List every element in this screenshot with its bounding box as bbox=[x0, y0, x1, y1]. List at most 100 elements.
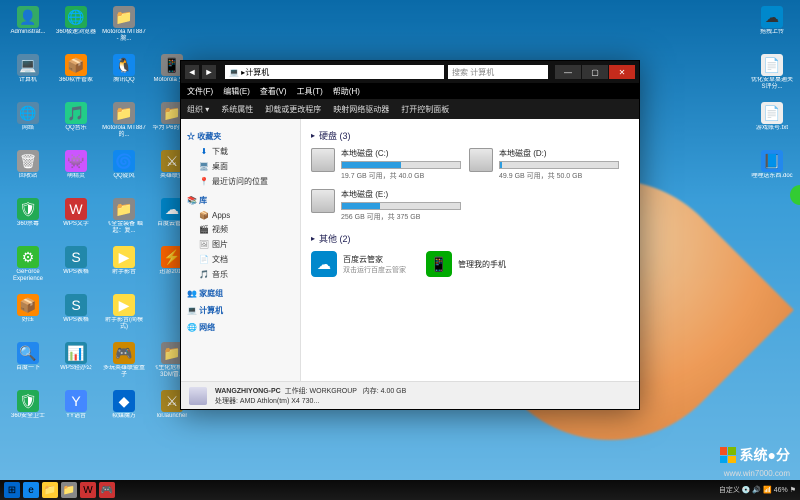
nav-icon: 🖥 bbox=[199, 162, 209, 172]
taskbar-item[interactable]: e bbox=[23, 482, 39, 498]
menu-item[interactable]: 查看(V) bbox=[260, 86, 287, 97]
minimize-button[interactable]: — bbox=[555, 65, 581, 79]
nav-item[interactable]: 🎬视频 bbox=[185, 222, 296, 237]
desktop-icon[interactable]: 🛡360安全卫士 bbox=[6, 390, 50, 434]
app-icon: ▶ bbox=[113, 246, 135, 268]
maximize-button[interactable]: ▢ bbox=[582, 65, 608, 79]
other-item[interactable]: 📱管理我的手机 bbox=[426, 251, 506, 277]
toolbar-button[interactable]: 打开控制面板 bbox=[401, 104, 449, 115]
nav-item[interactable]: ⬇下载 bbox=[185, 144, 296, 159]
desktop-icon[interactable]: 🎮多玩英雄联盟盒子 bbox=[102, 342, 146, 386]
titlebar[interactable]: ◄ ► 💻 ▸ 计算机 搜索 计算机 — ▢ ✕ bbox=[181, 61, 639, 83]
drive-item[interactable]: 本地磁盘 (D:)49.9 GB 可用，共 50.0 GB bbox=[469, 148, 619, 181]
desktop-icon[interactable]: 🌐网络 bbox=[6, 102, 50, 146]
menu-item[interactable]: 工具(T) bbox=[297, 86, 323, 97]
close-button[interactable]: ✕ bbox=[609, 65, 635, 79]
icon-label: 网络 bbox=[22, 125, 34, 132]
desktop-icon[interactable]: 👤Administrat... bbox=[6, 6, 50, 50]
desktop-icon[interactable]: 🗑回收站 bbox=[6, 150, 50, 194]
nav-group-header[interactable]: 📚 库 bbox=[187, 195, 296, 206]
taskbar-item[interactable]: W bbox=[80, 482, 96, 498]
section-header[interactable]: 其他 (2) bbox=[311, 232, 629, 245]
address-bar[interactable]: 💻 ▸ 计算机 bbox=[225, 65, 444, 79]
desktop-icon[interactable]: 📦360软件管家 bbox=[54, 54, 98, 98]
app-icon: ▶ bbox=[113, 294, 135, 316]
drive-icon bbox=[311, 189, 335, 213]
taskbar: ⊞e📁📁W🎮 自定义 💿 🔊 📶 46% ⚑ bbox=[0, 480, 800, 500]
menu-item[interactable]: 文件(F) bbox=[187, 86, 213, 97]
toolbar-button[interactable]: 组织 ▾ bbox=[187, 104, 209, 115]
nav-icon: 📍 bbox=[199, 177, 209, 187]
desktop-icon[interactable]: ▶射手影音(简模式) bbox=[102, 294, 146, 338]
desktop-icon[interactable]: 🎵QQ音乐 bbox=[54, 102, 98, 146]
icon-label: WPS文字 bbox=[63, 221, 89, 228]
icon-label: 百度一下 bbox=[16, 365, 40, 372]
nav-group-header[interactable]: 👥 家庭组 bbox=[187, 288, 296, 299]
desktop-icon[interactable]: 📄游戏账号.txt bbox=[750, 102, 794, 146]
drive-item[interactable]: 本地磁盘 (E:)256 GB 可用，共 375 GB bbox=[311, 189, 461, 222]
nav-label: Apps bbox=[212, 211, 230, 220]
app-icon: 🗑 bbox=[17, 150, 39, 172]
nav-label: 音乐 bbox=[212, 269, 228, 280]
desktop-icon[interactable]: 📘哩哩送东西.doc bbox=[750, 150, 794, 194]
nav-group-header[interactable]: 💻 计算机 bbox=[187, 305, 296, 316]
app-icon: 🌀 bbox=[113, 150, 135, 172]
desktop-icon[interactable]: 🛡360杀毒 bbox=[6, 198, 50, 242]
taskbar-item[interactable]: 🎮 bbox=[99, 482, 115, 498]
section-header[interactable]: 硬盘 (3) bbox=[311, 129, 629, 142]
nav-group-header[interactable]: ☆ 收藏夹 bbox=[187, 131, 296, 142]
nav-item[interactable]: 📄文档 bbox=[185, 252, 296, 267]
desktop-icon[interactable]: WWPS文字 bbox=[54, 198, 98, 242]
desktop-icon[interactable]: SWPS表格 bbox=[54, 294, 98, 338]
file-icon: 📘 bbox=[761, 150, 783, 172]
desktop-icon[interactable]: 👾萌精灵 bbox=[54, 150, 98, 194]
desktop-icon[interactable]: 🔍百度一下 bbox=[6, 342, 50, 386]
desktop-icon[interactable]: 🌀QQ旋风 bbox=[102, 150, 146, 194]
nav-icon: 📄 bbox=[199, 255, 209, 265]
app-icon: W bbox=[65, 198, 87, 220]
app-icon: 🛡 bbox=[17, 390, 39, 412]
nav-item[interactable]: 🖥桌面 bbox=[185, 159, 296, 174]
other-item[interactable]: ☁百度云管家双击运行百度云管家 bbox=[311, 251, 406, 277]
menu-item[interactable]: 帮助(H) bbox=[333, 86, 360, 97]
nav-item[interactable]: 📍最近访问的位置 bbox=[185, 174, 296, 189]
desktop-icon[interactable]: 📊WPS轻办公 bbox=[54, 342, 98, 386]
app-icon: 🔍 bbox=[17, 342, 39, 364]
drive-item[interactable]: 本地磁盘 (C:)19.7 GB 可用，共 40.0 GB bbox=[311, 148, 461, 181]
desktop-icon[interactable]: 💻计算机 bbox=[6, 54, 50, 98]
desktop-icon[interactable]: 📁Motorola MT887 - 腕... bbox=[102, 6, 146, 50]
desktop-icon[interactable]: 🌐360极速浏览器 bbox=[54, 6, 98, 50]
toolbar-button[interactable]: 卸载或更改程序 bbox=[265, 104, 321, 115]
desktop-icon[interactable]: ◆软媒魔方 bbox=[102, 390, 146, 434]
desktop-icon[interactable]: YYY语音 bbox=[54, 390, 98, 434]
desktop-icon[interactable]: ▶射手影音 bbox=[102, 246, 146, 290]
nav-group-header[interactable]: 🌐 网络 bbox=[187, 322, 296, 333]
app-icon: 🌐 bbox=[17, 102, 39, 124]
toolbar-button[interactable]: 系统属性 bbox=[221, 104, 253, 115]
system-tray[interactable]: 自定义 💿 🔊 📶 46% ⚑ bbox=[719, 485, 796, 495]
desktop-icon[interactable]: ☁拖拽上传 bbox=[750, 6, 794, 50]
taskbar-item[interactable]: 📁 bbox=[42, 482, 58, 498]
nav-item[interactable]: 🖼图片 bbox=[185, 237, 296, 252]
app-icon: 📁 bbox=[113, 6, 135, 28]
toolbar-button[interactable]: 映射网络驱动器 bbox=[333, 104, 389, 115]
icon-label: 360杀毒 bbox=[17, 221, 39, 228]
menu-item[interactable]: 编辑(E) bbox=[223, 86, 250, 97]
desktop-icon[interactable]: 🐧腾讯QQ bbox=[102, 54, 146, 98]
taskbar-item[interactable]: 📁 bbox=[61, 482, 77, 498]
taskbar-item[interactable]: ⊞ bbox=[4, 482, 20, 498]
search-input[interactable]: 搜索 计算机 bbox=[448, 65, 548, 79]
icon-label: 多玩英雄联盟盒子 bbox=[102, 365, 146, 378]
nav-forward-button[interactable]: ► bbox=[202, 65, 216, 79]
desktop-icon[interactable]: 📄优化安卓桌通关S评分... bbox=[750, 54, 794, 98]
desktop-icon[interactable]: 📦好压 bbox=[6, 294, 50, 338]
desktop-icon[interactable]: ⚙GeForce Experience bbox=[6, 246, 50, 290]
desktop-icon[interactable]: 📁Motorola MT887的... bbox=[102, 102, 146, 146]
nav-back-button[interactable]: ◄ bbox=[185, 65, 199, 79]
drive-name: 本地磁盘 (E:) bbox=[341, 189, 461, 200]
nav-icon: 🖼 bbox=[199, 240, 209, 250]
desktop-icon[interactable]: SWPS表格 bbox=[54, 246, 98, 290]
desktop-icon[interactable]: 📁《全金装备 崛起：复... bbox=[102, 198, 146, 242]
nav-item[interactable]: 📦Apps bbox=[185, 208, 296, 222]
nav-item[interactable]: 🎵音乐 bbox=[185, 267, 296, 282]
